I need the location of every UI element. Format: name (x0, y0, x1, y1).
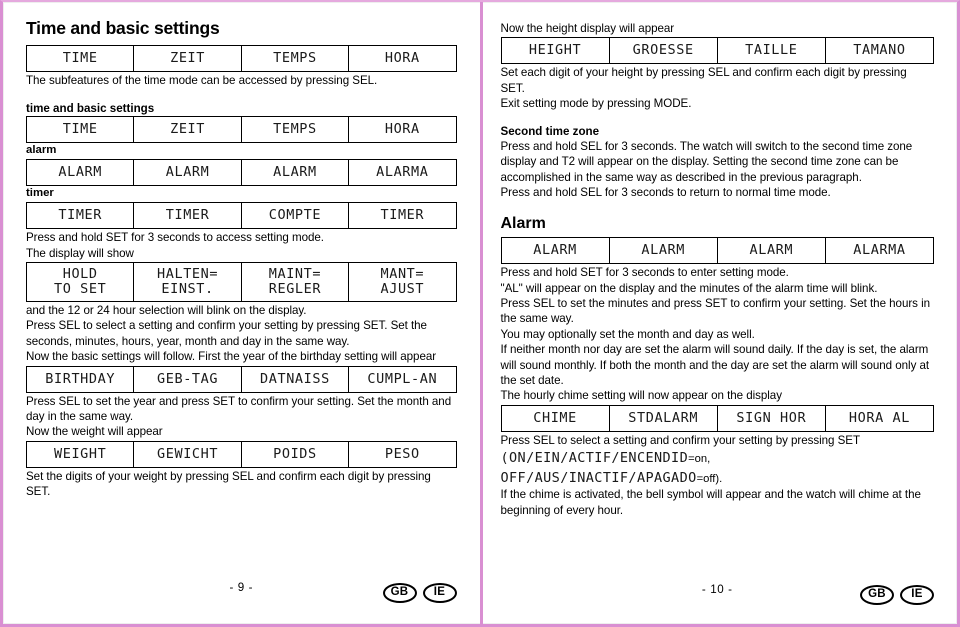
lcd-cell: SIGN HOR (716, 404, 826, 432)
badge-gb: GB (860, 585, 894, 605)
weight-note: Set the digits of your weight by pressin… (26, 469, 431, 499)
badge-gb: GB (382, 583, 417, 603)
lcd-cell: CHIME (500, 404, 610, 432)
lcd-cell: ALARM (240, 159, 350, 187)
access-setting-mode-note: Press and hold SET for 3 seconds to acce… (26, 231, 324, 245)
chime-on-suffix: =on, (688, 453, 711, 466)
lcd-cell: HORA (348, 45, 457, 73)
table-row: HOLD TO SET HALTEN= EINST. MAINT= REGLER… (25, 262, 457, 303)
chime-intro: The hourly chime setting will now appear… (500, 389, 783, 403)
chime-on-codes-line: (ON/EIN/ACTIF/ENCENDID=on, (501, 448, 935, 468)
left-page-footer: - 9 - GB IE (26, 581, 457, 603)
lcd-cell: TIME (25, 45, 135, 73)
lcd-cell: ALARM (25, 159, 135, 187)
table-row: ALARM ALARM ALARM ALARMA (25, 159, 457, 187)
right-page-footer: - 10 - GB IE (501, 583, 934, 605)
group-label-timer: timer (26, 187, 54, 200)
chime-off-codes-line: OFF/AUS/INACTIF/APAGADO=off). (501, 468, 935, 488)
lcd-cell: WEIGHT (25, 440, 135, 468)
intro-paragraph: The subfeatures of the time mode can be … (26, 74, 378, 88)
lcd-table-hold-to-set: HOLD TO SET HALTEN= EINST. MAINT= REGLER… (25, 262, 457, 303)
height-intro: Now the height display will appear (500, 22, 675, 35)
lcd-cell: HORA AL (824, 404, 935, 432)
height-note: Set each digit of your height by pressin… (500, 66, 907, 111)
lcd-cell: HORA (348, 115, 457, 143)
lcd-table-height: HEIGHT GROESSE TAILLE TAMANO (500, 37, 935, 65)
table-row: HEIGHT GROESSE TAILLE TAMANO (500, 37, 935, 65)
lcd-cell: PESO (348, 440, 457, 468)
chime-on-codes: (ON/EIN/ACTIF/ENCENDID (500, 450, 689, 467)
lcd-cell: ALARM (500, 237, 610, 265)
language-badges: GB IE (860, 585, 934, 605)
lcd-table-birthday: BIRTHDAY GEB-TAG DATNAISS CUMPL-AN (25, 365, 457, 393)
badge-ie: IE (900, 585, 934, 605)
alarm-section-title: Alarm (500, 214, 546, 232)
birthday-note: Press SEL to set the year and press SET … (26, 394, 452, 424)
lcd-cell: POIDS (240, 440, 350, 468)
chime-select-note: Press SEL to select a setting and confir… (500, 433, 861, 447)
lcd-cell: TIMER (25, 202, 135, 230)
table-row: WEIGHT GEWICHT POIDS PESO (25, 440, 457, 468)
lcd-cell: ALARM (716, 237, 826, 265)
page-gutter-divider (480, 2, 483, 624)
table-row: BIRTHDAY GEB-TAG DATNAISS CUMPL-AN (25, 365, 457, 393)
lcd-cell: ALARM (133, 159, 242, 187)
table-row: ALARM ALARM ALARM ALARMA (500, 237, 935, 265)
table-row: TIMER TIMER COMPTE TIMER (25, 202, 457, 230)
lcd-cell: CUMPL-AN (348, 365, 457, 393)
lcd-table-timer: TIMER TIMER COMPTE TIMER (25, 202, 457, 230)
table-row: TIME ZEIT TEMPS HORA (25, 45, 457, 73)
chime-off-suffix: =off). (696, 472, 723, 485)
lcd-cell: TAMANO (824, 37, 935, 65)
lcd-cell: GEB-TAG (133, 365, 242, 393)
lcd-table-alarm-right: ALARM ALARM ALARM ALARMA (500, 237, 935, 265)
lcd-cell: COMPTE (240, 202, 350, 230)
lcd-cell: DATNAISS (240, 365, 350, 393)
second-time-zone-title: Second time zone (500, 124, 600, 138)
lcd-cell: BIRTHDAY (25, 365, 135, 393)
lcd-cell: ZEIT (133, 45, 242, 73)
page-title: Time and basic settings (26, 18, 220, 38)
lcd-cell: HALTEN= EINST. (133, 262, 242, 303)
weight-intro: Now the weight will appear (26, 425, 163, 439)
lcd-cell: HOLD TO SET (25, 262, 135, 303)
badge-ie: IE (422, 583, 457, 603)
lcd-cell: GEWICHT (133, 440, 242, 468)
table-row: CHIME STDALARM SIGN HOR HORA AL (500, 404, 935, 432)
lcd-cell: TEMPS (240, 45, 350, 73)
table-row: TIME ZEIT TEMPS HORA (25, 115, 457, 143)
display-will-show-label: The display will show (26, 246, 134, 260)
lcd-table-weight: WEIGHT GEWICHT POIDS PESO (25, 440, 457, 468)
lcd-cell: GROESSE (608, 37, 718, 65)
group-label-alarm: alarm (26, 143, 57, 156)
lcd-table-time-top: TIME ZEIT TEMPS HORA (25, 45, 457, 73)
lcd-table-time: TIME ZEIT TEMPS HORA (25, 115, 457, 143)
alarm-body: Press and hold SET for 3 seconds to ente… (500, 266, 931, 388)
lcd-cell: HEIGHT (500, 37, 610, 65)
manual-page-spread: Time and basic settings TIME ZEIT TEMPS … (0, 0, 960, 627)
lcd-cell: TEMPS (240, 115, 350, 143)
group-label-time: time and basic settings (26, 101, 155, 115)
language-badges: GB IE (382, 583, 457, 603)
lcd-cell: ALARM (608, 237, 718, 265)
lcd-cell: ALARMA (824, 237, 935, 265)
lcd-cell: ZEIT (133, 115, 242, 143)
birthday-intro: Now the basic settings will follow. Firs… (26, 350, 437, 364)
lcd-cell: MAINT= REGLER (240, 262, 350, 303)
second-time-zone-body: Press and hold SEL for 3 seconds. The wa… (500, 139, 913, 200)
lcd-table-chime: CHIME STDALARM SIGN HOR HORA AL (500, 404, 935, 432)
right-page: Now the height display will appear HEIGH… (478, 2, 957, 624)
lcd-cell: STDALARM (608, 404, 718, 432)
after-hold-paragraph: and the 12 or 24 hour selection will bli… (26, 304, 427, 348)
lcd-cell: TIMER (133, 202, 242, 230)
lcd-cell: TAILLE (716, 37, 826, 65)
lcd-cell: ALARMA (348, 159, 457, 187)
left-page: Time and basic settings TIME ZEIT TEMPS … (3, 2, 479, 624)
lcd-table-alarm: ALARM ALARM ALARM ALARMA (25, 159, 457, 187)
lcd-cell: MANT= AJUST (348, 262, 457, 303)
lcd-cell: TIME (25, 115, 135, 143)
chime-off-codes: OFF/AUS/INACTIF/APAGADO (500, 469, 697, 486)
chime-closing: If the chime is activated, the bell symb… (500, 488, 921, 517)
lcd-cell: TIMER (348, 202, 457, 230)
